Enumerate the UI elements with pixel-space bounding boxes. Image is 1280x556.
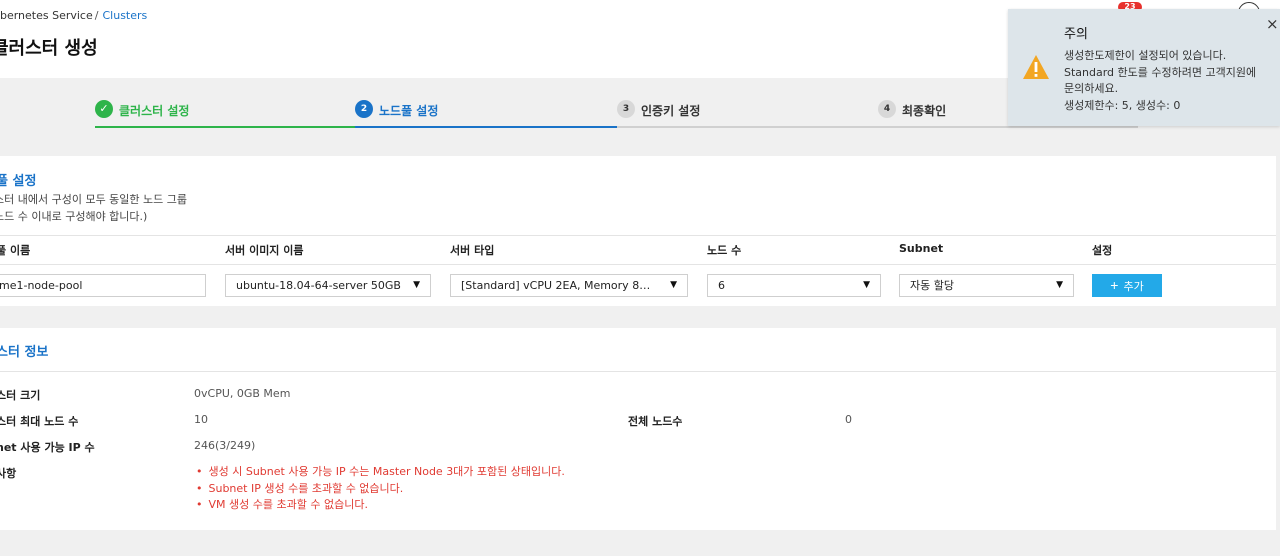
total-nodes-value: 0 bbox=[845, 413, 852, 426]
column-header-image: 서버 이미지 이름 bbox=[225, 244, 304, 257]
note-item: VM 생성 수를 초과할 수 없습니다. bbox=[196, 497, 565, 514]
toast-message-line1: 생성한도제한이 설정되어 있습니다. bbox=[1064, 49, 1227, 62]
node-pool-panel: 풀 설정 스터 내에서 구성이 모두 동일한 노드 그룹 노드 수 이내로 구성… bbox=[0, 156, 1276, 306]
divider bbox=[0, 235, 1276, 236]
server-type-select-value: [Standard] vCPU 2EA, Memory 8GB, [SSD] D… bbox=[461, 279, 657, 292]
dropdown-caret-icon: ▼ bbox=[413, 280, 420, 290]
toast-message-line4: 생성제한수: 5, 생성수: 0 bbox=[1064, 99, 1181, 112]
max-nodes-label: 스터 최대 노드 수 bbox=[0, 415, 79, 428]
total-nodes-label: 전체 노드수 bbox=[628, 415, 683, 428]
pool-name-input-wrap[interactable] bbox=[0, 274, 206, 297]
close-icon[interactable]: × bbox=[1266, 17, 1279, 32]
image-select[interactable]: ubuntu-18.04-64-server 50GB ▼ bbox=[225, 274, 431, 297]
step-number: 3 bbox=[617, 100, 635, 118]
step-label: 노드풀 설정 bbox=[379, 104, 439, 118]
step-number: 4 bbox=[878, 100, 896, 118]
check-icon: ✓ bbox=[95, 100, 113, 118]
node-count-select[interactable]: 6 ▼ bbox=[707, 274, 881, 297]
toast-title: 주의 bbox=[1064, 27, 1088, 42]
dropdown-caret-icon: ▼ bbox=[863, 280, 870, 290]
step-nodepool-settings[interactable]: 2 노드풀 설정 bbox=[355, 96, 617, 128]
breadcrumb-root[interactable]: ubernetes Service bbox=[0, 9, 93, 22]
note-item: 생성 시 Subnet 사용 가능 IP 수는 Master Node 3대가 … bbox=[196, 464, 565, 481]
column-header-node-count: 노드 수 bbox=[707, 244, 742, 257]
plus-icon: + bbox=[1110, 277, 1119, 293]
node-pool-description-line1: 스터 내에서 구성이 모두 동일한 노드 그룹 bbox=[0, 193, 188, 206]
breadcrumb: ubernetes Service / Clusters bbox=[0, 9, 147, 22]
dropdown-caret-icon: ▼ bbox=[1056, 280, 1063, 290]
subnet-ip-value: 246(3/249) bbox=[194, 439, 256, 452]
image-select-value: ubuntu-18.04-64-server 50GB bbox=[236, 279, 401, 292]
node-pool-description-line2: 노드 수 이내로 구성해야 합니다.) bbox=[0, 210, 148, 223]
column-header-subnet: Subnet bbox=[899, 242, 944, 255]
notes-list: 생성 시 Subnet 사용 가능 IP 수는 Master Node 3대가 … bbox=[196, 464, 565, 514]
divider bbox=[0, 371, 1276, 372]
step-number: 2 bbox=[355, 100, 373, 118]
toast-message-line2: Standard 한도를 수정하려면 고객지원에 bbox=[1064, 66, 1257, 79]
step-label: 클러스터 설정 bbox=[119, 104, 190, 118]
wizard-stepper: ✓ 클러스터 설정 2 노드풀 설정 3 인증키 설정 4 최종확인 bbox=[95, 96, 1138, 128]
step-progress-bar bbox=[95, 126, 355, 128]
add-node-pool-button[interactable]: + 추가 bbox=[1092, 274, 1162, 297]
column-header-pool-name: 풀 이름 bbox=[0, 244, 31, 257]
node-count-select-value: 6 bbox=[718, 279, 725, 292]
pool-name-input[interactable] bbox=[0, 279, 205, 292]
step-label: 인증키 설정 bbox=[641, 104, 701, 118]
step-cluster-settings[interactable]: ✓ 클러스터 설정 bbox=[95, 96, 355, 128]
note-item: Subnet IP 생성 수를 초과할 수 없습니다. bbox=[196, 481, 565, 498]
subnet-select-value: 자동 할당 bbox=[910, 279, 954, 292]
warning-toast: 주의 생성한도제한이 설정되어 있습니다. Standard 한도를 수정하려면… bbox=[1008, 9, 1280, 126]
node-pool-title: 풀 설정 bbox=[0, 174, 37, 189]
subnet-ip-label: net 사용 가능 IP 수 bbox=[0, 441, 95, 454]
notes-label: 사항 bbox=[0, 467, 17, 480]
cluster-info-panel: 스터 정보 스터 크기 0vCPU, 0GB Mem 스터 최대 노드 수 10… bbox=[0, 328, 1276, 530]
max-nodes-value: 10 bbox=[194, 413, 208, 426]
page-title: 클러스터 생성 bbox=[0, 38, 98, 59]
step-progress-bar bbox=[355, 126, 617, 128]
add-button-label: 추가 bbox=[1123, 281, 1144, 293]
toast-message-line3: 문의하세요. bbox=[1064, 82, 1119, 95]
subnet-select[interactable]: 자동 할당 ▼ bbox=[899, 274, 1074, 297]
cluster-size-value: 0vCPU, 0GB Mem bbox=[194, 387, 291, 400]
column-header-settings: 설정 bbox=[1092, 244, 1113, 257]
step-label: 최종확인 bbox=[902, 104, 947, 118]
dropdown-caret-icon: ▼ bbox=[670, 280, 677, 290]
step-progress-bar bbox=[617, 126, 878, 128]
step-auth-key-settings[interactable]: 3 인증키 설정 bbox=[617, 96, 878, 128]
cluster-info-title: 스터 정보 bbox=[0, 345, 49, 360]
breadcrumb-clusters-link[interactable]: Clusters bbox=[102, 9, 147, 22]
warning-icon bbox=[1023, 55, 1049, 79]
breadcrumb-separator: / bbox=[94, 9, 99, 22]
step-progress-bar bbox=[878, 126, 1138, 128]
server-type-select[interactable]: [Standard] vCPU 2EA, Memory 8GB, [SSD] D… bbox=[450, 274, 688, 297]
column-header-server-type: 서버 타입 bbox=[450, 244, 495, 257]
cluster-size-label: 스터 크기 bbox=[0, 389, 41, 402]
divider bbox=[0, 264, 1276, 265]
